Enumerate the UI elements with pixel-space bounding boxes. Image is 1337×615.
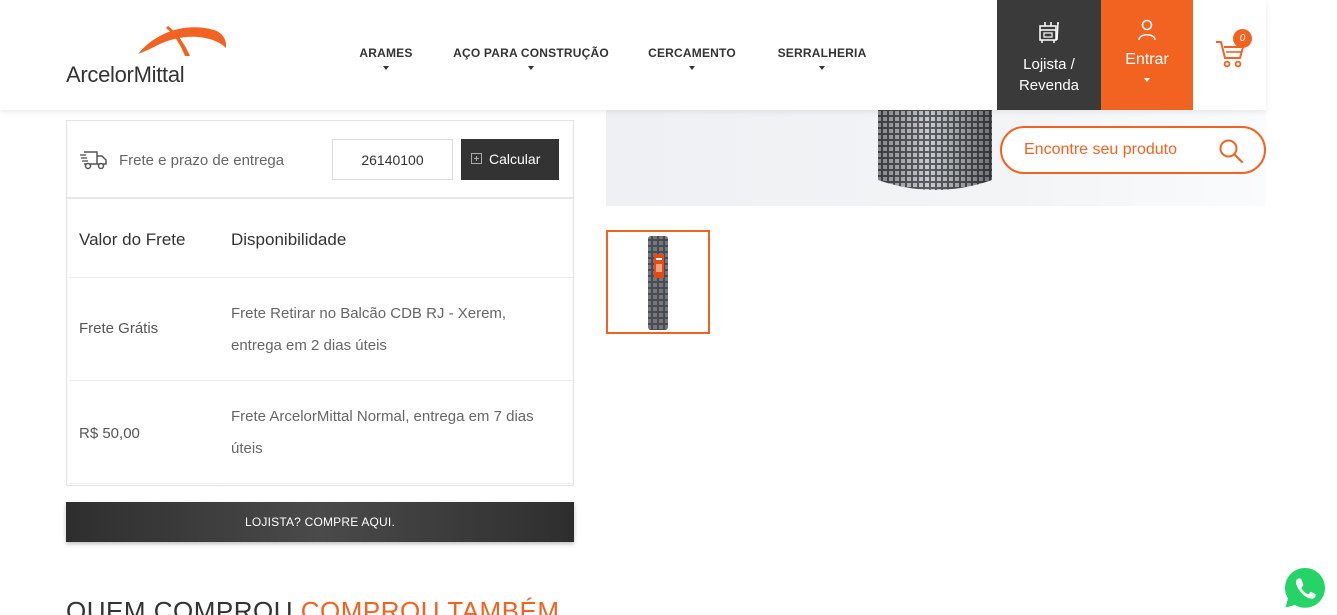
- store-icon: [1039, 22, 1059, 43]
- arcelormittal-logo-icon: [138, 26, 227, 56]
- search-icon[interactable]: [1218, 138, 1244, 164]
- lojista-revenda-button[interactable]: Lojista / Revenda: [997, 0, 1101, 110]
- entrar-label: Entrar: [1125, 51, 1169, 68]
- section-title-part1: QUEM COMPROU: [66, 596, 301, 615]
- nav-item-cercamento[interactable]: CERCAMENTO: [630, 46, 754, 70]
- calculate-button[interactable]: Calcular: [461, 139, 559, 180]
- nav-item-label: CERCAMENTO: [648, 46, 736, 60]
- whatsapp-icon[interactable]: [1283, 566, 1327, 610]
- chevron-down-icon: [383, 66, 389, 70]
- site-header: ArcelorMittal ARAMES AÇO PARA CONSTRUÇÃO…: [0, 0, 1266, 110]
- nav-item-label: SERRALHERIA: [777, 46, 867, 60]
- section-title-part2: COMPROU TAMBÉM: [300, 596, 560, 615]
- lojista-compre-aqui-button[interactable]: LOJISTA? COMPRE AQUI.: [66, 502, 574, 542]
- chevron-down-icon: [819, 66, 825, 70]
- product-thumbnail[interactable]: [606, 230, 710, 334]
- user-icon: [1138, 19, 1156, 41]
- search-input[interactable]: [1024, 138, 1214, 162]
- cart-count-badge: 0: [1233, 29, 1252, 48]
- shipping-calculator: Frete e prazo de entrega Calcular: [67, 121, 573, 199]
- table-row: R$ 50,00 Frete ArcelorMittal Normal, ent…: [69, 381, 573, 484]
- shipping-price: Frete Grátis: [79, 320, 159, 337]
- chevron-down-icon: [689, 66, 695, 70]
- table-header-row: Valor do Frete Disponibilidade: [69, 201, 573, 278]
- column-header-disponibilidade: Disponibilidade: [231, 230, 347, 249]
- shipping-availability: Frete ArcelorMittal Normal, entrega em 7…: [231, 408, 534, 457]
- nav-item-label: ARAMES: [359, 46, 413, 60]
- table-divider: [219, 485, 220, 487]
- chevron-down-icon: [528, 66, 534, 70]
- cep-input[interactable]: [332, 139, 453, 180]
- search-box[interactable]: [1000, 126, 1266, 174]
- column-header-valor: Valor do Frete: [79, 230, 186, 249]
- section-title: QUEM COMPROU COMPROU TAMBÉM: [66, 596, 560, 615]
- logo[interactable]: ArcelorMittal: [64, 18, 234, 90]
- entrar-button[interactable]: Entrar: [1101, 0, 1193, 110]
- calculate-label: Calcular: [489, 151, 541, 167]
- nav-item-serralheria[interactable]: SERRALHERIA: [754, 46, 890, 70]
- shipping-price: R$ 50,00: [79, 425, 140, 442]
- page: ArcelorMittal ARAMES AÇO PARA CONSTRUÇÃO…: [0, 0, 1337, 615]
- shipping-label: Frete e prazo de entrega: [119, 152, 285, 169]
- product-roll-image: [878, 110, 992, 190]
- table-row: Frete Grátis Frete Retirar no Balcão CDB…: [69, 278, 573, 381]
- product-thumbnail-image: [648, 236, 668, 330]
- chevron-down-icon: [1144, 78, 1150, 82]
- nav-item-label: AÇO PARA CONSTRUÇÃO: [453, 46, 609, 60]
- truck-icon: [80, 151, 107, 170]
- plus-square-icon: [471, 153, 482, 164]
- shipping-table: Valor do Frete Disponibilidade Frete Grá…: [69, 201, 573, 484]
- shipping-panel: Frete e prazo de entrega Calcular Valor …: [66, 120, 574, 487]
- nav-item-arames[interactable]: ARAMES: [340, 46, 432, 70]
- main-nav: ARAMES AÇO PARA CONSTRUÇÃO CERCAMENTO SE…: [340, 46, 890, 70]
- logo-text: ArcelorMittal: [66, 62, 185, 87]
- nav-item-aco-para-construcao[interactable]: AÇO PARA CONSTRUÇÃO: [432, 46, 630, 70]
- lojista-revenda-label: Lojista / Revenda: [1018, 56, 1080, 94]
- shipping-availability: Frete Retirar no Balcão CDB RJ - Xerem, …: [231, 305, 507, 354]
